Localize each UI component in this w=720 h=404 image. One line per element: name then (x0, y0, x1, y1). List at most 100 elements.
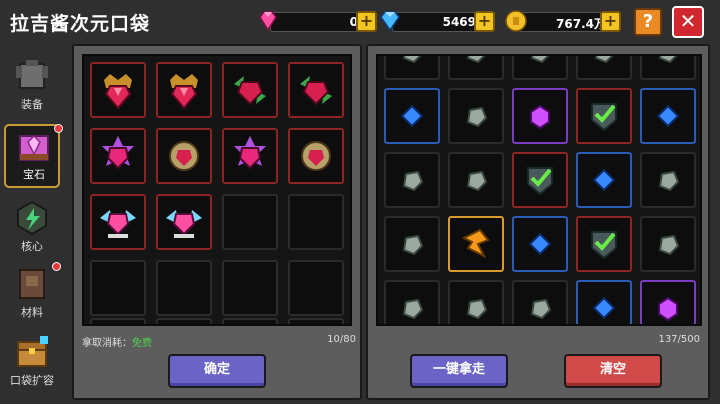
gem-slot[interactable] (288, 128, 344, 184)
blue-gem-slot[interactable] (384, 88, 440, 144)
stone-slot[interactable] (640, 56, 696, 80)
diamond-currency: 5469 + (378, 9, 498, 35)
purple-gem-icon (530, 104, 550, 130)
stone-slot[interactable] (512, 56, 568, 80)
confirm-button[interactable]: 确定 (168, 354, 266, 388)
nav-item-core[interactable]: 核心 (4, 198, 60, 258)
grey-stone-icon (402, 56, 422, 64)
stone-slot[interactable] (576, 56, 632, 80)
add-diamond-button[interactable]: + (474, 11, 495, 32)
grey-stone-icon (530, 56, 550, 64)
grey-stone-icon (658, 170, 680, 192)
fire-gem-slot[interactable] (448, 216, 504, 272)
gems-notification-dot (54, 124, 63, 133)
take-all-button[interactable]: 一键拿走 (410, 354, 508, 388)
nav-item-pocket-expand[interactable]: 口袋扩容 (4, 332, 60, 392)
empty-slot[interactable] (90, 260, 146, 316)
selected-gems-grid (82, 54, 352, 326)
help-button[interactable]: ? (634, 8, 662, 36)
blue-gem-slot[interactable] (576, 280, 632, 324)
gem-slot[interactable] (90, 194, 146, 250)
grey-stone-icon (402, 298, 424, 320)
armor-icon (16, 60, 48, 89)
nav-item-equipment[interactable]: 装备 (4, 56, 60, 116)
gem-slot[interactable] (222, 128, 278, 184)
gem-slot[interactable] (156, 128, 212, 184)
check-badge-slot[interactable] (576, 216, 632, 272)
check-badge-slot[interactable] (512, 152, 568, 208)
empty-slot[interactable] (90, 318, 146, 324)
diamond-value: 5469 (442, 15, 476, 29)
stone-slot[interactable] (448, 56, 504, 80)
blue-gem-slot[interactable] (512, 216, 568, 272)
nav-item-materials[interactable]: 材料 (4, 262, 61, 324)
purple-gem-slot[interactable] (640, 280, 696, 324)
empty-slot[interactable] (222, 318, 278, 324)
grey-stone-icon (658, 56, 678, 64)
blue-gem-icon (528, 232, 552, 256)
stone-slot[interactable] (384, 216, 440, 272)
nav-item-gems[interactable]: 宝石 (4, 124, 63, 188)
stone-slot[interactable] (448, 280, 504, 324)
gem-slot[interactable] (156, 62, 212, 118)
close-button[interactable]: ✕ (672, 6, 704, 38)
check-badge-icon (591, 231, 617, 260)
stone-slot[interactable] (384, 280, 440, 324)
blue-gem-slot[interactable] (640, 88, 696, 144)
leaf-ruby-gem-icon (234, 76, 266, 106)
empty-slot[interactable] (288, 260, 344, 316)
grey-stone-icon (466, 170, 488, 192)
gold-currency: 767.4万 + (504, 9, 624, 35)
core-icon (17, 200, 47, 236)
book-icon (19, 269, 45, 299)
gem-slot[interactable] (222, 62, 278, 118)
stone-slot[interactable] (448, 88, 504, 144)
grey-stone-icon (594, 56, 614, 64)
leaf-ruby-gem-icon (300, 76, 332, 106)
selected-gems-panel: 拿取消耗：免费 10/80 确定 (72, 44, 362, 400)
grey-stone-icon (530, 298, 552, 320)
page-title: 拉吉酱次元口袋 (10, 13, 151, 35)
gold-ruby-gem-icon (301, 141, 331, 171)
purple-gem-slot[interactable] (512, 88, 568, 144)
empty-slot[interactable] (156, 260, 212, 316)
add-gold-button[interactable]: + (600, 11, 621, 32)
stone-slot[interactable] (448, 152, 504, 208)
purple-gem-icon (658, 296, 678, 322)
add-pink-gem-button[interactable]: + (356, 11, 377, 32)
clear-button[interactable]: 清空 (564, 354, 662, 388)
gem-slot[interactable] (90, 62, 146, 118)
gem-chest-icon (19, 134, 49, 161)
stone-slot[interactable] (512, 280, 568, 324)
blue-gem-icon (592, 168, 616, 192)
empty-slot[interactable] (222, 194, 278, 250)
check-badge-icon (527, 167, 553, 196)
pocket-storage-panel: 137/500 一键拿走 清空 (366, 44, 710, 400)
blue-gem-slot[interactable] (576, 152, 632, 208)
empty-slot[interactable] (288, 318, 344, 324)
stone-slot[interactable] (640, 216, 696, 272)
stone-slot[interactable] (384, 56, 440, 80)
gem-slot[interactable] (90, 128, 146, 184)
blue-gem-icon (656, 104, 680, 128)
stone-slot[interactable] (384, 152, 440, 208)
materials-notification-dot (52, 262, 61, 271)
winged-pink-gem-icon (100, 210, 136, 238)
take-cost: 拿取消耗：免费 (82, 334, 152, 349)
winged-pink-gem-icon (166, 210, 202, 238)
stone-slot[interactable] (640, 152, 696, 208)
gold-value: 767.4万 (556, 17, 606, 31)
gem-slot[interactable] (156, 194, 212, 250)
gem-slot[interactable] (288, 62, 344, 118)
empty-slot[interactable] (288, 194, 344, 250)
grey-stone-icon (658, 234, 680, 256)
grey-stone-icon (402, 234, 424, 256)
empty-slot[interactable] (156, 318, 212, 324)
blue-gem-icon (400, 104, 424, 128)
grey-stone-icon (466, 56, 486, 64)
take-cost-value: 免费 (132, 338, 152, 349)
pink-gem-value: 0 (349, 15, 358, 29)
check-badge-slot[interactable] (576, 88, 632, 144)
nav-label-materials: 材料 (21, 306, 43, 319)
empty-slot[interactable] (222, 260, 278, 316)
